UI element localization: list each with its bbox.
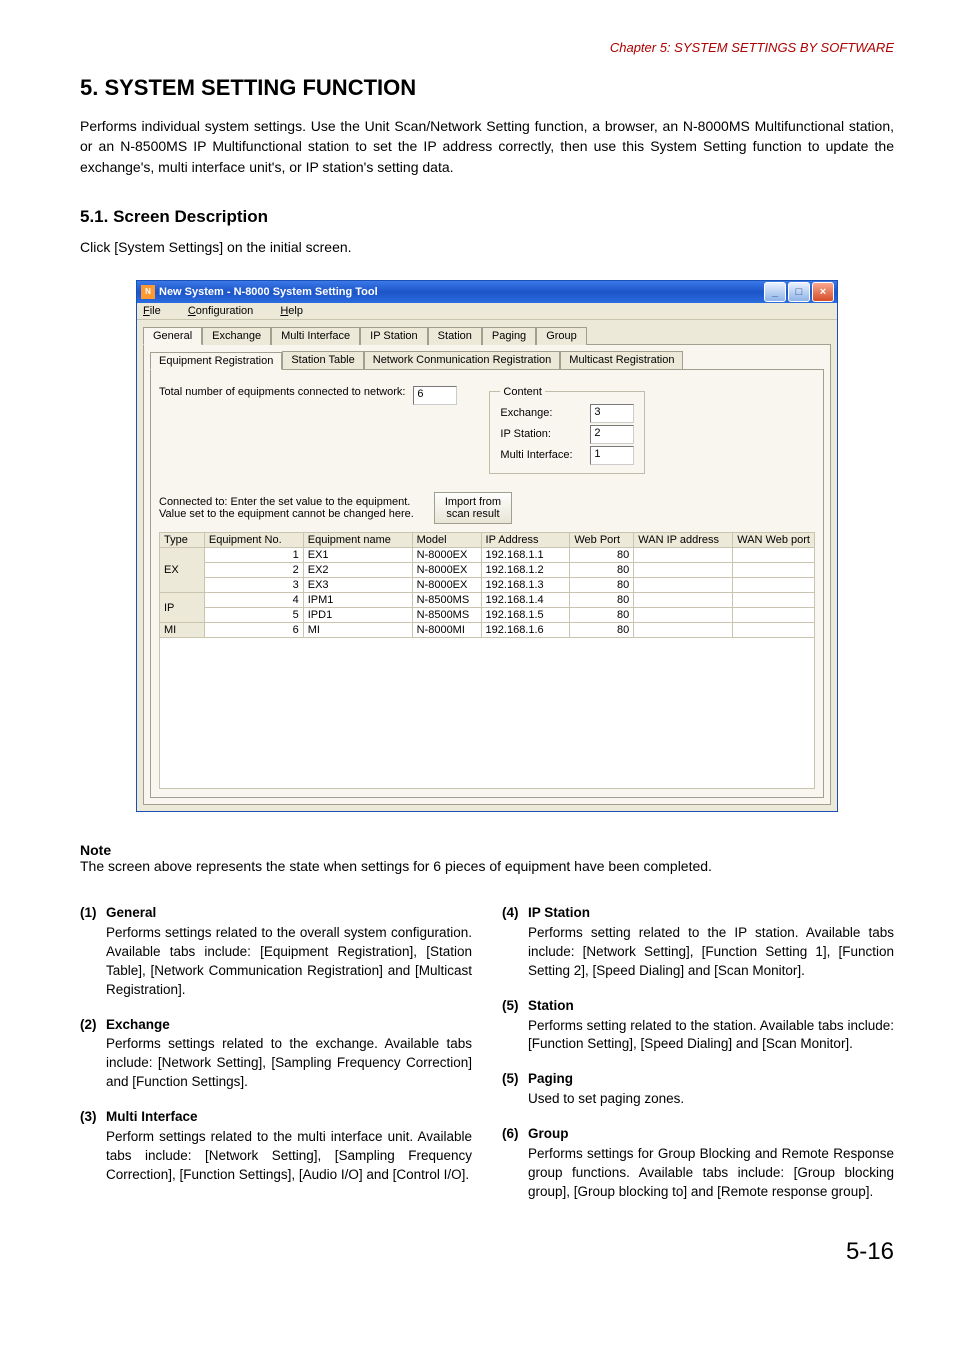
note-body: The screen above represents the state wh… — [80, 858, 894, 874]
minimize-button[interactable]: _ — [764, 282, 786, 302]
subtab-station-table[interactable]: Station Table — [282, 351, 363, 369]
description-item: (1)GeneralPerforms settings related to t… — [80, 904, 472, 999]
note-heading: Note — [80, 842, 894, 858]
table-header-row: Type Equipment No. Equipment name Model … — [160, 533, 815, 548]
menu-bar: File Configuration Help — [137, 303, 837, 320]
app-window: N New System - N-8000 System Setting Too… — [136, 280, 838, 812]
description-item: (5)PagingUsed to set paging zones. — [502, 1070, 894, 1109]
tab-group[interactable]: Group — [536, 327, 587, 345]
description-item: (2)ExchangePerforms settings related to … — [80, 1016, 472, 1093]
table-row[interactable]: EX1EX1N-8000EX192.168.1.180 — [160, 548, 815, 563]
tab-ip-station[interactable]: IP Station — [360, 327, 428, 345]
table-row[interactable]: 2EX2N-8000EX192.168.1.280 — [160, 563, 815, 578]
content-groupbox: Content Exchange:3 IP Station:2 Multi In… — [489, 386, 645, 474]
content-exchange-label: Exchange: — [500, 407, 590, 419]
intro-paragraph: Performs individual system settings. Use… — [80, 116, 894, 177]
maximize-button[interactable]: □ — [788, 282, 810, 302]
tab-general[interactable]: General — [143, 327, 202, 345]
description-item: (3)Multi InterfacePerform settings relat… — [80, 1108, 472, 1185]
tab-exchange[interactable]: Exchange — [202, 327, 271, 345]
menu-help[interactable]: Help — [280, 305, 315, 317]
app-icon: N — [141, 285, 155, 299]
equipment-table: Type Equipment No. Equipment name Model … — [159, 532, 815, 638]
table-row[interactable]: IP4IPM1N-8500MS192.168.1.480 — [160, 593, 815, 608]
content-multiinterface-value[interactable]: 1 — [590, 446, 634, 465]
type-cell: EX — [160, 548, 205, 593]
subtab-equipment-registration[interactable]: Equipment Registration — [150, 352, 282, 370]
description-item: (5)StationPerforms setting related to th… — [502, 997, 894, 1055]
table-empty-area — [159, 638, 815, 789]
hint-text: Connected to: Enter the set value to the… — [159, 496, 414, 520]
menu-file[interactable]: File — [143, 305, 173, 317]
menu-configuration[interactable]: Configuration — [188, 305, 265, 317]
tab-paging[interactable]: Paging — [482, 327, 536, 345]
description-item: (6)GroupPerforms settings for Group Bloc… — [502, 1125, 894, 1202]
total-value-input[interactable]: 6 — [413, 386, 457, 405]
type-cell: IP — [160, 593, 205, 623]
titlebar: N New System - N-8000 System Setting Too… — [137, 281, 837, 303]
import-button[interactable]: Import from scan result — [434, 492, 512, 524]
instruction-line: Click [System Settings] on the initial s… — [80, 239, 894, 255]
main-tabs: General Exchange Multi Interface IP Stat… — [143, 326, 831, 345]
window-title: New System - N-8000 System Setting Tool — [159, 286, 378, 298]
content-exchange-value[interactable]: 3 — [590, 404, 634, 423]
close-button[interactable]: × — [812, 282, 834, 302]
sub-tabs: Equipment Registration Station Table Net… — [150, 351, 824, 369]
content-legend: Content — [500, 386, 545, 398]
table-row[interactable]: 5IPD1N-8500MS192.168.1.580 — [160, 608, 815, 623]
subsection-title: 5.1. Screen Description — [80, 207, 894, 227]
description-item: (4)IP StationPerforms setting related to… — [502, 904, 894, 981]
table-row[interactable]: MI6MIN-8000MI192.168.1.680 — [160, 623, 815, 638]
subtab-network-communication-registration[interactable]: Network Conmunication Registration — [364, 351, 561, 369]
total-label: Total number of equipments connected to … — [159, 386, 405, 398]
page-number: 5-16 — [80, 1238, 894, 1266]
content-multiinterface-label: Multi Interface: — [500, 449, 590, 461]
chapter-heading: Chapter 5: SYSTEM SETTINGS BY SOFTWARE — [80, 40, 894, 55]
content-ipstation-value[interactable]: 2 — [590, 425, 634, 444]
tab-station[interactable]: Station — [428, 327, 482, 345]
tab-multi-interface[interactable]: Multi Interface — [271, 327, 360, 345]
section-title: 5. SYSTEM SETTING FUNCTION — [80, 75, 894, 101]
content-ipstation-label: IP Station: — [500, 428, 590, 440]
table-row[interactable]: 3EX3N-8000EX192.168.1.380 — [160, 578, 815, 593]
type-cell: MI — [160, 623, 205, 638]
subtab-multicast-registration[interactable]: Multicast Registration — [560, 351, 683, 369]
